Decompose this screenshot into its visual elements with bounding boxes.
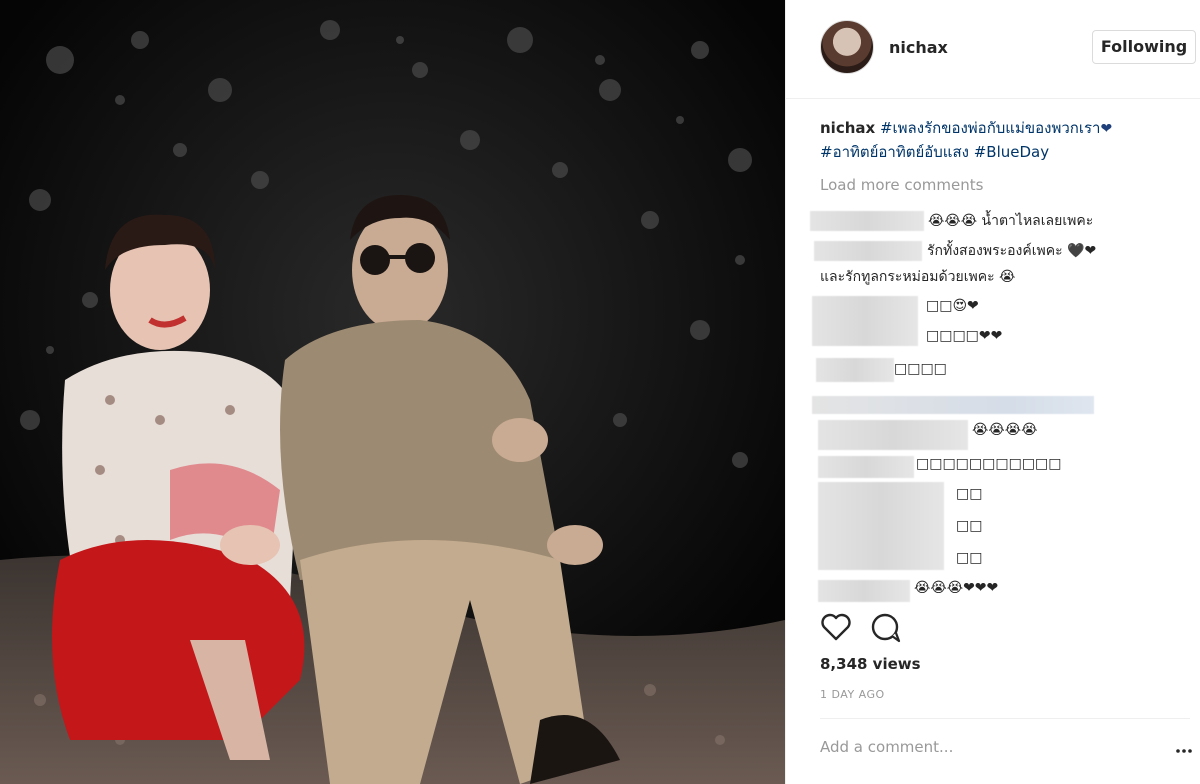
blurred-username xyxy=(818,580,910,602)
caption-username[interactable]: nichax xyxy=(820,119,875,137)
blurred-username xyxy=(810,211,924,231)
post-caption: nichax #เพลงรักของพ่อกับแม่ของพวกเรา❤ #อ… xyxy=(820,117,1190,164)
comment-text: □□□□❤❤ xyxy=(926,328,1003,344)
comment-text: □□😍❤ xyxy=(926,298,979,314)
heart-emoji: ❤ xyxy=(1100,121,1113,137)
comment-text: รักทั้งสองพระองค์เพคะ 🖤❤ xyxy=(927,243,1097,259)
blurred-username xyxy=(812,296,918,346)
blurred-username xyxy=(818,420,968,450)
post-timestamp: 1 DAY AGO xyxy=(820,688,885,701)
add-comment-input[interactable]: Add a comment... xyxy=(820,738,953,756)
caption-hashtags-1[interactable]: #เพลงรักของพ่อกับแม่ของพวกเรา xyxy=(875,119,1100,137)
comment-text: 😭😭😭❤❤❤ xyxy=(914,580,999,596)
blurred-username xyxy=(818,482,944,570)
view-count: 8,348 views xyxy=(820,655,921,673)
more-options-icon[interactable] xyxy=(1176,745,1192,753)
comment-text: □□□□ xyxy=(894,361,947,377)
comment-icon[interactable] xyxy=(870,612,902,648)
load-more-comments-link[interactable]: Load more comments xyxy=(820,176,983,194)
blurred-username xyxy=(818,456,914,478)
caption-hashtags-2[interactable]: #อาทิตย์อาทิตย์อับแสง #BlueDay xyxy=(820,143,1049,161)
comment-text: 😭😭😭😭 xyxy=(972,422,1038,438)
post-header: nichax Following xyxy=(786,0,1200,99)
comment-text: และรักทูลกระหม่อมด้วยเพคะ 😭 xyxy=(820,269,1016,285)
avatar[interactable] xyxy=(820,20,874,74)
comment-text: □□ xyxy=(956,518,983,534)
following-button[interactable]: Following xyxy=(1092,30,1196,64)
blurred-username xyxy=(812,396,1094,414)
divider xyxy=(820,718,1190,719)
post-details-panel: nichax Following nichax #เพลงรักของพ่อกั… xyxy=(785,0,1200,784)
comment-text: □□ xyxy=(956,486,983,502)
post-media[interactable] xyxy=(0,0,785,784)
heart-icon[interactable] xyxy=(820,612,852,646)
blurred-username xyxy=(814,241,922,261)
post-photo xyxy=(0,0,785,784)
comment-text: □□ xyxy=(956,550,983,566)
comment-text: 😭😭😭 น้ำตาไหลเลยเพคะ xyxy=(928,213,1094,229)
comment-text: □□□□□□□□□□□ xyxy=(916,456,1062,472)
post-username[interactable]: nichax xyxy=(889,38,948,57)
blurred-username xyxy=(816,358,894,382)
